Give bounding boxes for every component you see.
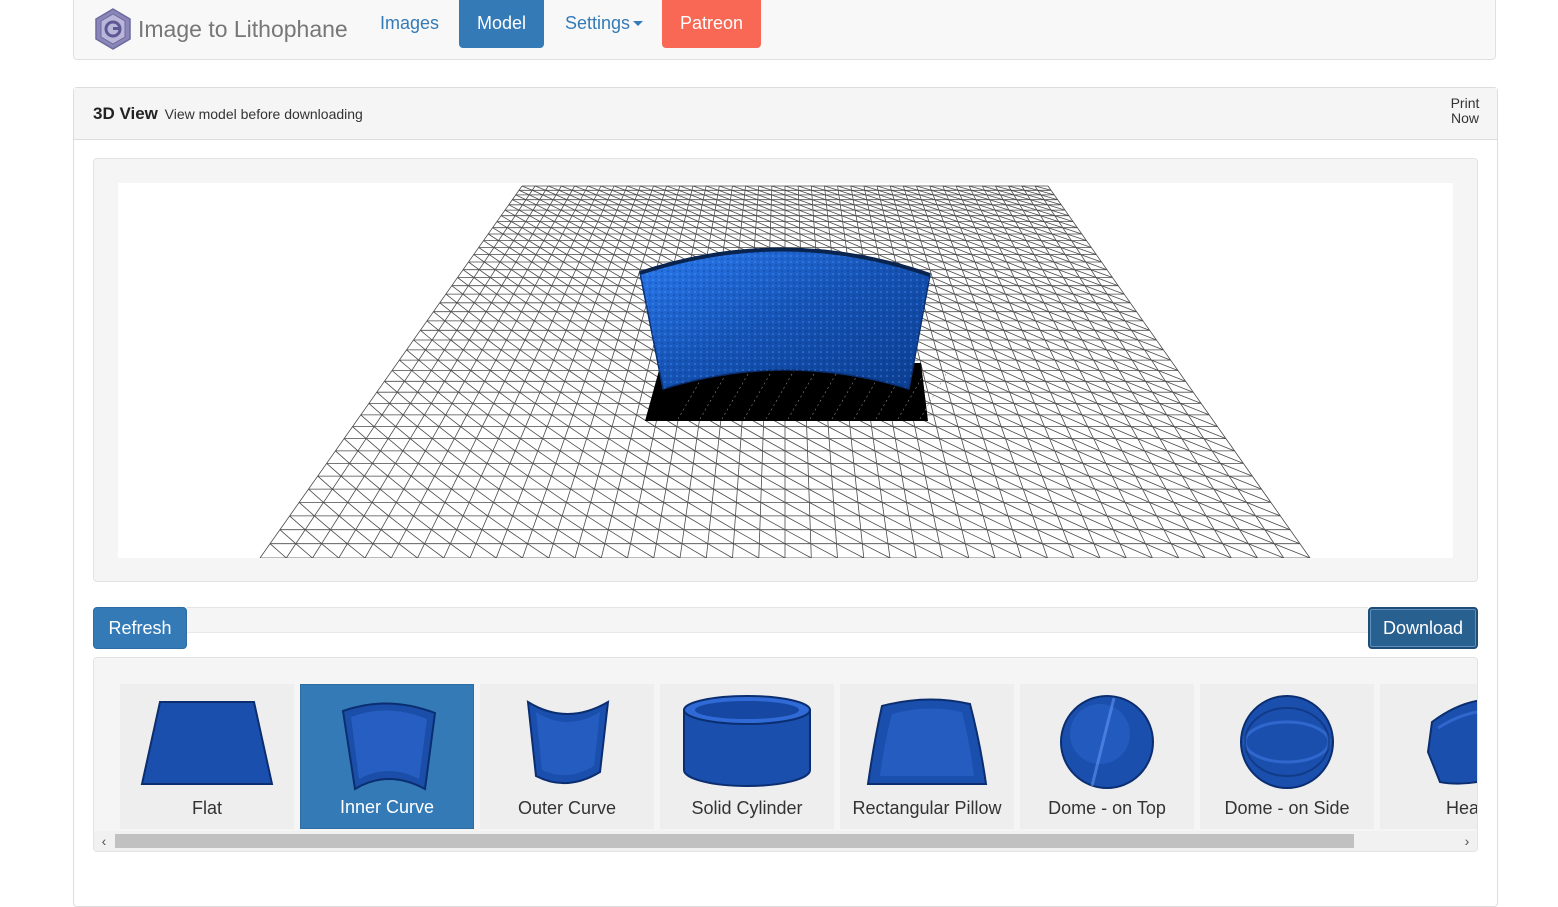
shape-label: Dome - on Top xyxy=(1048,798,1166,818)
dome-on-side-shape-icon xyxy=(1240,695,1334,789)
horizontal-scrollbar[interactable]: ‹ › xyxy=(94,831,1477,851)
progress-bar xyxy=(187,607,1368,633)
shape-tiles: Flat Inner Curve Outer Curve Solid Cylin… xyxy=(120,684,1478,829)
print-now-line1: Print xyxy=(1450,95,1480,111)
panel-title: 3D View View model before downloading xyxy=(93,104,363,124)
shape-tile-inner-curve[interactable]: Inner Curve xyxy=(300,684,474,829)
nav-patreon[interactable]: Patreon xyxy=(662,0,761,48)
outer-curve-shape-icon xyxy=(526,700,610,785)
model-panel: 3D View View model before downloading Pr… xyxy=(73,87,1498,907)
shape-tile-dome-on-top[interactable]: Dome - on Top xyxy=(1020,684,1194,829)
shape-label: Hea xyxy=(1446,798,1478,818)
logo-icon xyxy=(95,8,131,50)
shape-label: Inner Curve xyxy=(339,797,435,817)
panel-title-text: 3D View xyxy=(93,104,158,123)
brand-title: Image to Lithophane xyxy=(138,15,348,42)
viewer-well xyxy=(93,158,1478,582)
lithophane-texture xyxy=(640,249,930,389)
dome-on-top-shape-icon xyxy=(1060,695,1154,789)
shape-tile-rectangular-pillow[interactable]: Rectangular Pillow xyxy=(840,684,1014,829)
print-now-line2: Now xyxy=(1450,110,1479,126)
flat-shape-icon xyxy=(140,701,274,785)
shape-tile-solid-cylinder[interactable]: Solid Cylinder xyxy=(660,684,834,829)
nav-images[interactable]: Images xyxy=(380,0,439,47)
shape-label: Outer Curve xyxy=(517,798,617,818)
nav-model[interactable]: Model xyxy=(459,0,544,48)
nav-settings-label: Settings xyxy=(565,12,631,33)
shape-label: Solid Cylinder xyxy=(691,798,803,818)
navbar: Image to Lithophane Images Model Setting… xyxy=(73,0,1496,60)
shape-label: Rectangular Pillow xyxy=(852,798,1002,818)
panel-heading: 3D View View model before downloading Pr… xyxy=(74,88,1497,140)
brand-link[interactable]: Image to Lithophane xyxy=(94,5,348,53)
inner-curve-shape-icon xyxy=(341,702,437,791)
refresh-button[interactable]: Refresh xyxy=(93,607,187,649)
caret-down-icon xyxy=(633,20,644,26)
nav-settings-dropdown[interactable]: Settings xyxy=(565,0,644,47)
shape-tile-outer-curve[interactable]: Outer Curve xyxy=(480,684,654,829)
panel-subtitle: View model before downloading xyxy=(164,106,363,122)
solid-cylinder-shape-icon xyxy=(683,695,811,787)
3d-scene[interactable] xyxy=(118,183,1453,558)
heart-shape-icon xyxy=(1426,699,1477,785)
scrollbar-thumb[interactable] xyxy=(115,834,1354,848)
shape-tile-dome-on-side[interactable]: Dome - on Side xyxy=(1200,684,1374,829)
chevron-right-icon[interactable]: › xyxy=(1457,831,1477,851)
print-now-link[interactable]: Print Now xyxy=(1449,96,1481,126)
shape-selector: Flat Inner Curve Outer Curve Solid Cylin… xyxy=(93,657,1478,852)
shape-label: Flat xyxy=(191,798,222,818)
3d-viewport[interactable] xyxy=(118,183,1453,558)
chevron-left-icon[interactable]: ‹ xyxy=(94,831,114,851)
shape-tile-flat[interactable]: Flat xyxy=(120,684,294,829)
rectangular-pillow-shape-icon xyxy=(866,698,988,785)
download-button[interactable]: Download xyxy=(1368,607,1478,649)
shape-label: Dome - on Side xyxy=(1224,798,1350,818)
shape-tile-heart[interactable]: Hea xyxy=(1380,684,1478,829)
